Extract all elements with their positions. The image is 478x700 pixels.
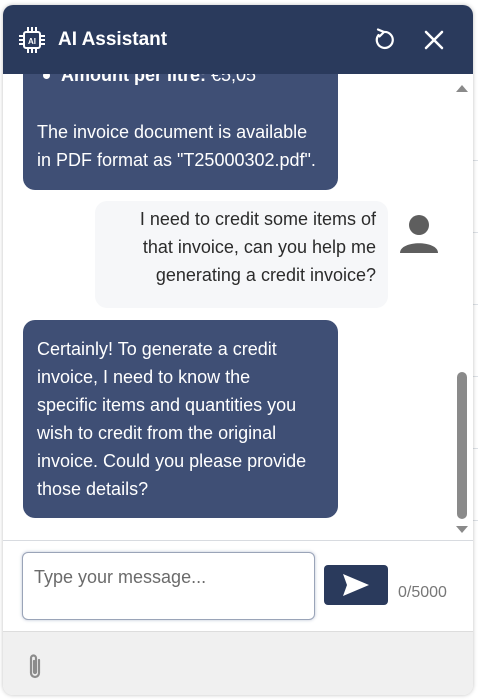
- paperclip-icon[interactable]: [22, 652, 48, 682]
- bullet-item: Amount per litre: €5,05: [43, 74, 324, 89]
- message-line: invoice. Could you please provide: [37, 451, 307, 471]
- assistant-message: Certainly! To generate a credit invoice,…: [23, 320, 338, 518]
- message-line: specific items and quantities you: [37, 395, 297, 415]
- composer: 0/5000: [3, 540, 473, 631]
- svg-text:AI: AI: [28, 37, 36, 46]
- bullet-label: Amount per litre:: [61, 74, 207, 85]
- message-line: I need to credit some items of: [139, 209, 376, 229]
- message-line: wish to credit from the original: [37, 423, 277, 443]
- send-button[interactable]: [324, 565, 388, 605]
- scrollbar-thumb[interactable]: [457, 372, 467, 519]
- message-line: Certainly! To generate a credit: [37, 339, 277, 359]
- message-list[interactable]: Amount per litre: €5,05 The invoice docu…: [3, 74, 473, 540]
- message-text: The invoice document is available in PDF…: [37, 118, 324, 174]
- chat-header: AI AI Assistant: [3, 5, 473, 74]
- send-icon: [343, 574, 369, 596]
- message-line: The invoice document is available: [37, 122, 308, 142]
- chat-title: AI Assistant: [58, 29, 168, 50]
- message-line: those details?: [37, 479, 149, 499]
- scroll-up-arrow-icon[interactable]: [456, 85, 468, 92]
- user-avatar-icon: [400, 215, 438, 253]
- close-icon[interactable]: [420, 26, 448, 54]
- refresh-icon[interactable]: [370, 26, 398, 54]
- chat-panel: AI AI Assistant Amount per litre: €5,05 …: [3, 5, 473, 695]
- message-line: invoice, I need to know the: [37, 367, 251, 387]
- message-line: generating a credit invoice?: [155, 265, 376, 285]
- message-line: in PDF format as "T25000302.pdf".: [37, 150, 316, 170]
- message-bullet-list: Amount per litre: €5,05: [37, 74, 324, 89]
- assistant-message: Amount per litre: €5,05 The invoice docu…: [23, 74, 338, 190]
- composer-footer: [3, 631, 473, 695]
- message-line: that invoice, can you help me: [142, 237, 376, 257]
- user-message: I need to credit some items of that invo…: [95, 201, 388, 308]
- character-counter: 0/5000: [398, 584, 447, 601]
- scroll-down-arrow-icon[interactable]: [456, 526, 468, 533]
- bullet-value: €5,05: [206, 74, 257, 85]
- ai-chip-icon: AI: [19, 27, 45, 53]
- message-input[interactable]: [22, 552, 315, 620]
